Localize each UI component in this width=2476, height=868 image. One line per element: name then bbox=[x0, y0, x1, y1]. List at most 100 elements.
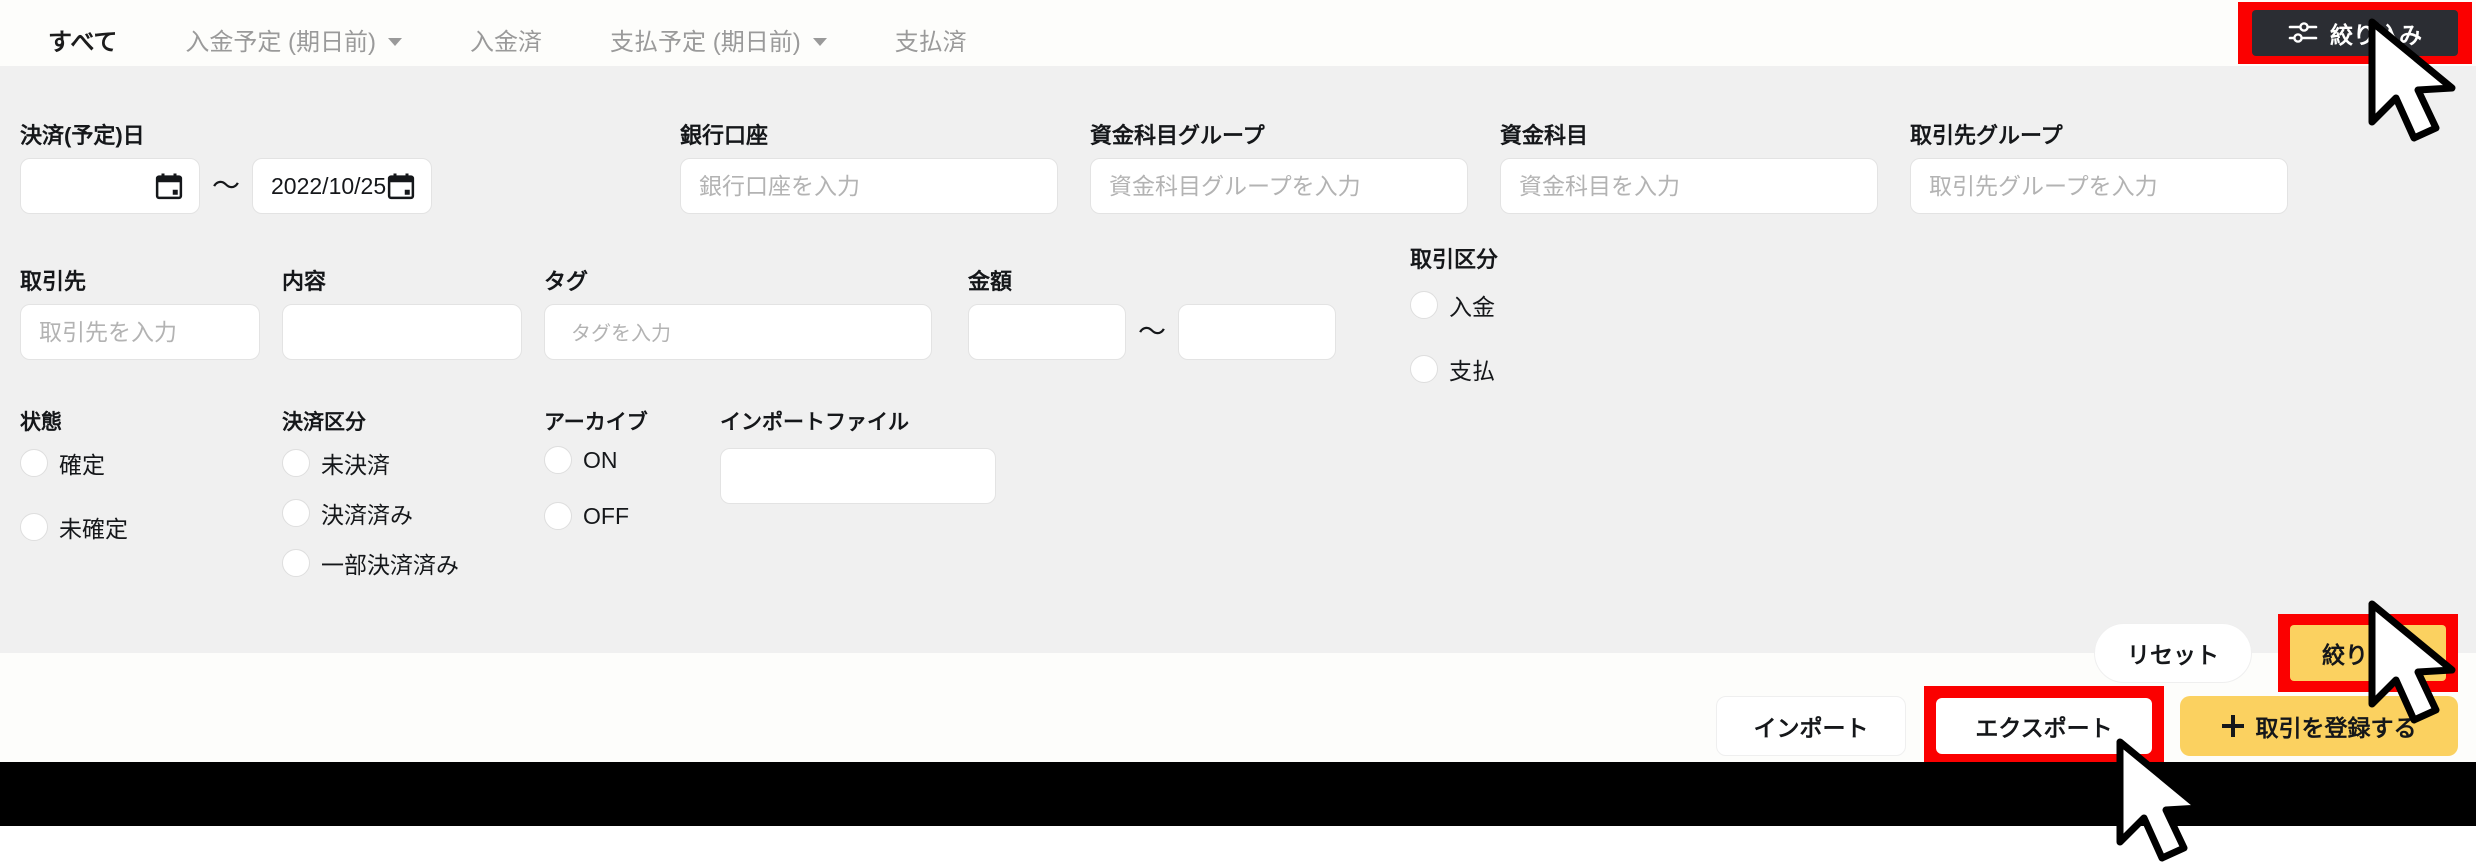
radio-circle-icon[interactable] bbox=[282, 499, 310, 527]
fund-item-group-input[interactable] bbox=[1090, 158, 1468, 214]
radio-circle-icon[interactable] bbox=[1410, 355, 1438, 383]
tag-label: タグ bbox=[544, 269, 589, 294]
filter-toggle-button[interactable]: 絞り込み bbox=[2252, 10, 2458, 56]
action-bar: インポート エクスポート 取引を登録する bbox=[0, 686, 2476, 766]
radio-archive-off-label: OFF bbox=[583, 502, 629, 529]
bank-account-label: 銀行口座 bbox=[680, 123, 769, 148]
panel-notch bbox=[2336, 118, 2380, 134]
radio-status-confirmed[interactable]: 確定 bbox=[20, 446, 105, 480]
amount-from-input[interactable] bbox=[968, 304, 1126, 360]
page-root: すべて 入金予定 (期日前) 入金済 支払予定 (期日前) 支払済 絞り込み 決… bbox=[0, 0, 2476, 862]
partner-group-label: 取引先グループ bbox=[1910, 123, 2063, 148]
field-settlement-type: 決済区分 未決済 決済済み 一部決済済み bbox=[282, 406, 532, 580]
radio-status-unconfirmed-label: 未確定 bbox=[59, 516, 128, 542]
register-transaction-button[interactable]: 取引を登録する bbox=[2180, 696, 2458, 756]
field-partner: 取引先 bbox=[20, 264, 260, 360]
radio-circle-icon[interactable] bbox=[544, 502, 572, 530]
status-label: 状態 bbox=[20, 411, 62, 434]
radio-settlement-unsettled-label: 未決済 bbox=[321, 452, 390, 478]
settlement-date-label: 決済(予定)日 bbox=[20, 123, 145, 148]
partner-group-input[interactable] bbox=[1910, 158, 2288, 214]
radio-circle-icon[interactable] bbox=[544, 446, 572, 474]
sliders-icon bbox=[2288, 22, 2318, 43]
field-bank-account: 銀行口座 bbox=[680, 118, 1058, 214]
filter-toggle-label: 絞り込み bbox=[2330, 22, 2422, 48]
radio-circle-icon[interactable] bbox=[1410, 291, 1438, 319]
apply-filter-label: 絞り込む bbox=[2322, 642, 2414, 668]
settlement-date-separator: ～ bbox=[212, 170, 241, 201]
reset-button-label: リセット bbox=[2127, 642, 2219, 668]
transaction-type-options: 入金 支払 bbox=[1410, 288, 1498, 386]
chevron-down-icon[interactable] bbox=[388, 37, 403, 46]
radio-settlement-partial-label: 一部決済済み bbox=[321, 552, 459, 578]
field-transaction-type: 取引区分 入金 支払 bbox=[1410, 242, 1498, 386]
radio-transaction-type-payment[interactable]: 支払 bbox=[1410, 352, 1495, 386]
field-import-file: インポートファイル bbox=[720, 406, 996, 504]
radio-circle-icon[interactable] bbox=[20, 449, 48, 477]
partner-label: 取引先 bbox=[20, 269, 87, 294]
radio-transaction-type-incoming-label: 入金 bbox=[1449, 294, 1495, 320]
reset-button[interactable]: リセット bbox=[2094, 623, 2252, 683]
radio-settlement-partial[interactable]: 一部決済済み bbox=[282, 546, 459, 580]
bank-account-input[interactable] bbox=[680, 158, 1058, 214]
tab-list: すべて 入金予定 (期日前) 入金済 支払予定 (期日前) 支払済 bbox=[14, 16, 1001, 73]
field-archive: アーカイブ ON OFF bbox=[544, 406, 648, 530]
content-label: 内容 bbox=[282, 269, 327, 294]
radio-status-confirmed-label: 確定 bbox=[59, 452, 105, 478]
settlement-date-from-input[interactable] bbox=[20, 158, 200, 214]
archive-label: アーカイブ bbox=[544, 411, 648, 434]
field-status: 状態 確定 未確定 bbox=[20, 406, 128, 544]
settlement-date-to-wrap bbox=[252, 158, 433, 214]
fund-item-input[interactable] bbox=[1500, 158, 1878, 214]
radio-status-unconfirmed[interactable]: 未確定 bbox=[20, 510, 128, 544]
settlement-type-label: 決済区分 bbox=[282, 411, 366, 434]
radio-archive-off[interactable]: OFF bbox=[544, 502, 629, 530]
radio-circle-icon[interactable] bbox=[282, 449, 310, 477]
status-options: 確定 未確定 bbox=[20, 446, 128, 544]
apply-filter-button[interactable]: 絞り込む bbox=[2290, 625, 2446, 681]
tag-input[interactable] bbox=[544, 304, 932, 360]
radio-settlement-settled[interactable]: 決済済み bbox=[282, 496, 413, 530]
radio-archive-on-label: ON bbox=[583, 446, 618, 473]
radio-transaction-type-incoming[interactable]: 入金 bbox=[1410, 288, 1495, 322]
amount-to-input[interactable] bbox=[1178, 304, 1337, 360]
tab-incoming-done-label: 入金済 bbox=[470, 29, 543, 56]
partner-input[interactable] bbox=[20, 304, 260, 360]
amount-separator: ～ bbox=[1138, 316, 1167, 347]
fund-item-label: 資金科目 bbox=[1500, 123, 1589, 148]
export-button-label: エクスポート bbox=[1975, 715, 2113, 741]
import-button[interactable]: インポート bbox=[1716, 696, 1906, 756]
field-partner-group: 取引先グループ bbox=[1910, 118, 2288, 214]
tab-all-label: すべて bbox=[48, 29, 118, 56]
radio-circle-icon[interactable] bbox=[20, 513, 48, 541]
import-file-input[interactable] bbox=[720, 448, 996, 504]
field-tag: タグ bbox=[544, 264, 932, 360]
import-button-label: インポート bbox=[1753, 715, 1869, 741]
chevron-down-icon[interactable] bbox=[812, 37, 827, 46]
content-input[interactable] bbox=[282, 304, 522, 360]
filter-panel: 決済(予定)日 ～ 2022/10/25 銀行口座 銀行口座を入力 資金科目グル… bbox=[0, 66, 2476, 692]
import-file-label: インポートファイル bbox=[720, 411, 909, 434]
tab-payment-scheduled[interactable]: 支払予定 (期日前) bbox=[576, 16, 861, 73]
tab-incoming-done[interactable]: 入金済 bbox=[436, 16, 576, 73]
tab-all[interactable]: すべて bbox=[14, 16, 151, 73]
register-transaction-label: 取引を登録する bbox=[2255, 715, 2417, 741]
settlement-date-from-wrap bbox=[20, 158, 200, 214]
export-button[interactable]: エクスポート bbox=[1936, 698, 2152, 754]
radio-settlement-unsettled[interactable]: 未決済 bbox=[282, 446, 390, 480]
radio-archive-on[interactable]: ON bbox=[544, 446, 618, 474]
settlement-type-options: 未決済 決済済み 一部決済済み bbox=[282, 446, 532, 580]
settlement-date-to-input[interactable] bbox=[252, 158, 433, 214]
plus-icon bbox=[2221, 715, 2244, 737]
fund-item-group-label: 資金科目グループ bbox=[1090, 123, 1265, 148]
tab-incoming-scheduled[interactable]: 入金予定 (期日前) bbox=[151, 16, 436, 73]
tab-payment-scheduled-label: 支払予定 (期日前) bbox=[610, 29, 801, 56]
field-amount: 金額 ～ bbox=[968, 264, 1337, 360]
field-content: 内容 bbox=[282, 264, 522, 360]
radio-circle-icon[interactable] bbox=[282, 549, 310, 577]
archive-options: ON OFF bbox=[544, 446, 648, 530]
tab-payment-done[interactable]: 支払済 bbox=[861, 16, 1001, 73]
field-fund-item: 資金科目 bbox=[1500, 118, 1878, 214]
tab-payment-done-label: 支払済 bbox=[894, 29, 967, 56]
radio-transaction-type-payment-label: 支払 bbox=[1449, 358, 1495, 384]
